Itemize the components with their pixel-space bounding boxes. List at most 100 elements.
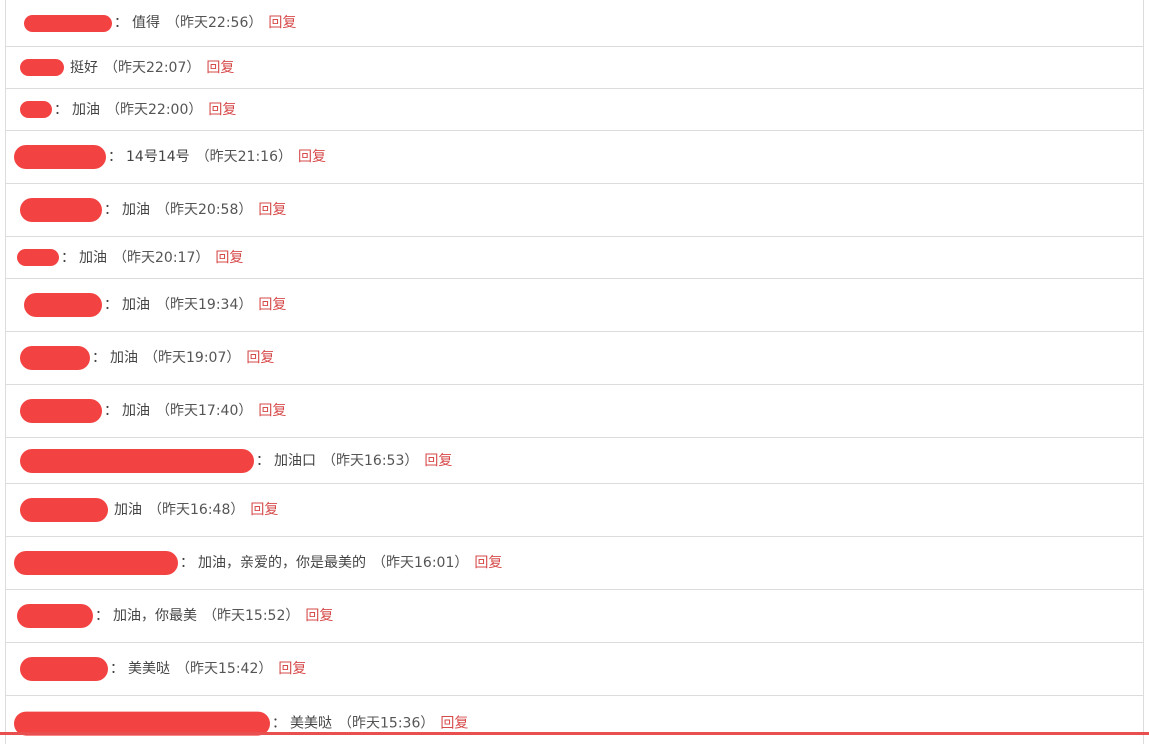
comment-row: ：美美哒 （昨天15:42） 回复: [6, 643, 1143, 696]
comment-content: ：加油 （昨天22:00） 回复: [20, 101, 236, 119]
colon-separator: ：: [104, 403, 118, 419]
comment-content: ：加油 （昨天17:40） 回复: [20, 399, 286, 423]
reply-link[interactable]: 回复: [305, 608, 333, 624]
colon-separator: ：: [180, 555, 194, 571]
comment-time: （昨天20:58）: [156, 202, 253, 218]
comment-time: （昨天17:40）: [156, 403, 253, 419]
comment-text: 值得: [132, 15, 160, 31]
comment-text: 加油，亲爱的，你是最美的: [198, 555, 366, 571]
comment-row: ：值得 （昨天22:56） 回复: [6, 0, 1143, 47]
redacted-username: [20, 346, 90, 370]
comment-row: ： 14号14号 （昨天21:16） 回复: [6, 131, 1143, 184]
reply-link[interactable]: 回复: [298, 149, 326, 165]
comment-time: （昨天19:34）: [156, 297, 253, 313]
redacted-username: [20, 399, 102, 423]
reply-link[interactable]: 回复: [215, 250, 243, 266]
comment-time: （昨天19:07）: [144, 350, 241, 366]
comment-content: ：美美哒 （昨天15:42） 回复: [20, 657, 306, 681]
comment-content: ：加油 （昨天19:07） 回复: [20, 346, 274, 370]
comment-row: ：加油，亲爱的，你是最美的 （昨天16:01） 回复: [6, 537, 1143, 590]
comment-time: （昨天22:56）: [166, 15, 263, 31]
comment-content: ：加油 （昨天20:17） 回复: [17, 249, 243, 267]
comment-text: 加油，你最美: [113, 608, 197, 624]
comment-row: ：加油 （昨天19:07） 回复: [6, 332, 1143, 385]
comment-list: ：值得 （昨天22:56） 回复 挺好 （昨天22:07） 回复 ：加油 （昨天22:00…: [5, 0, 1144, 744]
comment-content: ：加油，亲爱的，你是最美的 （昨天16:01） 回复: [14, 551, 502, 575]
colon-separator: ：: [92, 350, 106, 366]
comment-content: ： 14号14号 （昨天21:16） 回复: [14, 145, 326, 169]
colon-separator: ：: [110, 661, 124, 677]
redacted-username: [20, 448, 254, 473]
comment-time: （昨天15:36）: [338, 715, 435, 732]
reply-link[interactable]: 回复: [258, 297, 286, 313]
comment-time: （昨天22:07）: [104, 59, 201, 76]
comment-text: 挺好: [70, 59, 98, 76]
redacted-username: [24, 293, 102, 317]
comment-text: 加油: [122, 297, 150, 313]
comment-content: ：加油 （昨天19:34） 回复: [24, 293, 286, 317]
comment-text: 加油: [122, 202, 150, 218]
reply-link[interactable]: 回复: [474, 555, 502, 571]
comment-row: ：加油 （昨天20:58） 回复: [6, 184, 1143, 237]
reply-link[interactable]: 回复: [258, 202, 286, 218]
colon-separator: ：: [104, 297, 118, 313]
comment-content: ：加油，你最美 （昨天15:52） 回复: [17, 604, 333, 628]
reply-link[interactable]: 回复: [258, 403, 286, 419]
redacted-username: [17, 604, 93, 628]
redacted-username: [17, 249, 59, 266]
comment-content: ：加油口 （昨天16:53） 回复: [20, 448, 452, 473]
reply-link[interactable]: 回复: [206, 60, 234, 76]
colon-separator: ：: [272, 715, 286, 732]
comment-row: ：加油，你最美 （昨天15:52） 回复: [6, 590, 1143, 643]
comment-row: 挺好 （昨天22:07） 回复: [6, 47, 1143, 89]
comment-text: 加油: [72, 101, 100, 118]
comment-time: （昨天15:42）: [176, 661, 273, 677]
comment-content: ：加油 （昨天20:58） 回复: [20, 198, 286, 222]
comment-row: ：加油 （昨天22:00） 回复: [6, 89, 1143, 131]
comment-text: 加油: [110, 350, 138, 366]
reply-link[interactable]: 回复: [246, 350, 274, 366]
colon-separator: ：: [114, 15, 128, 31]
comment-time: （昨天16:01）: [372, 555, 469, 571]
reply-link[interactable]: 回复: [250, 502, 278, 518]
redacted-username: [20, 498, 108, 522]
redacted-username: [20, 59, 64, 76]
colon-separator: ：: [256, 452, 270, 469]
comment-text: 加油: [122, 403, 150, 419]
redacted-username: [20, 101, 52, 118]
comment-text: 14号14号: [126, 149, 190, 165]
comment-row: 加油 （昨天16:48） 回复: [6, 484, 1143, 537]
redacted-username: [24, 14, 112, 32]
comment-row: ：加油口 （昨天16:53） 回复: [6, 438, 1143, 484]
comment-content: ：值得 （昨天22:56） 回复: [24, 14, 296, 32]
reply-link[interactable]: 回复: [208, 102, 236, 118]
redacted-username: [20, 657, 108, 681]
comment-text: 加油口: [274, 452, 316, 469]
redacted-username: [20, 198, 102, 222]
comment-row: ：加油 （昨天20:17） 回复: [6, 237, 1143, 279]
comment-time: （昨天22:00）: [106, 101, 203, 118]
reply-link[interactable]: 回复: [278, 661, 306, 677]
colon-separator: ：: [61, 249, 75, 266]
comment-text: 美美哒: [290, 715, 332, 732]
reply-link[interactable]: 回复: [268, 15, 296, 31]
colon-separator: ：: [104, 202, 118, 218]
redacted-username: [14, 551, 178, 575]
comment-text: 加油: [114, 502, 142, 518]
comment-content: 挺好 （昨天22:07） 回复: [20, 59, 234, 77]
colon-separator: ：: [95, 608, 109, 624]
colon-separator: ：: [54, 101, 68, 118]
comment-time: （昨天15:52）: [203, 608, 300, 624]
comment-time: （昨天20:17）: [113, 249, 210, 266]
comment-row: ：美美哒 （昨天15:36） 回复: [6, 696, 1143, 744]
comment-time: （昨天21:16）: [195, 149, 292, 165]
comment-text: 加油: [79, 249, 107, 266]
comment-content: 加油 （昨天16:48） 回复: [20, 498, 278, 522]
reply-link[interactable]: 回复: [424, 453, 452, 469]
comment-row: ：加油 （昨天17:40） 回复: [6, 385, 1143, 438]
comment-row: ：加油 （昨天19:34） 回复: [6, 279, 1143, 332]
comment-text: 美美哒: [128, 661, 170, 677]
reply-link[interactable]: 回复: [440, 716, 468, 732]
comment-time: （昨天16:53）: [322, 452, 419, 469]
colon-separator: ：: [108, 149, 122, 165]
